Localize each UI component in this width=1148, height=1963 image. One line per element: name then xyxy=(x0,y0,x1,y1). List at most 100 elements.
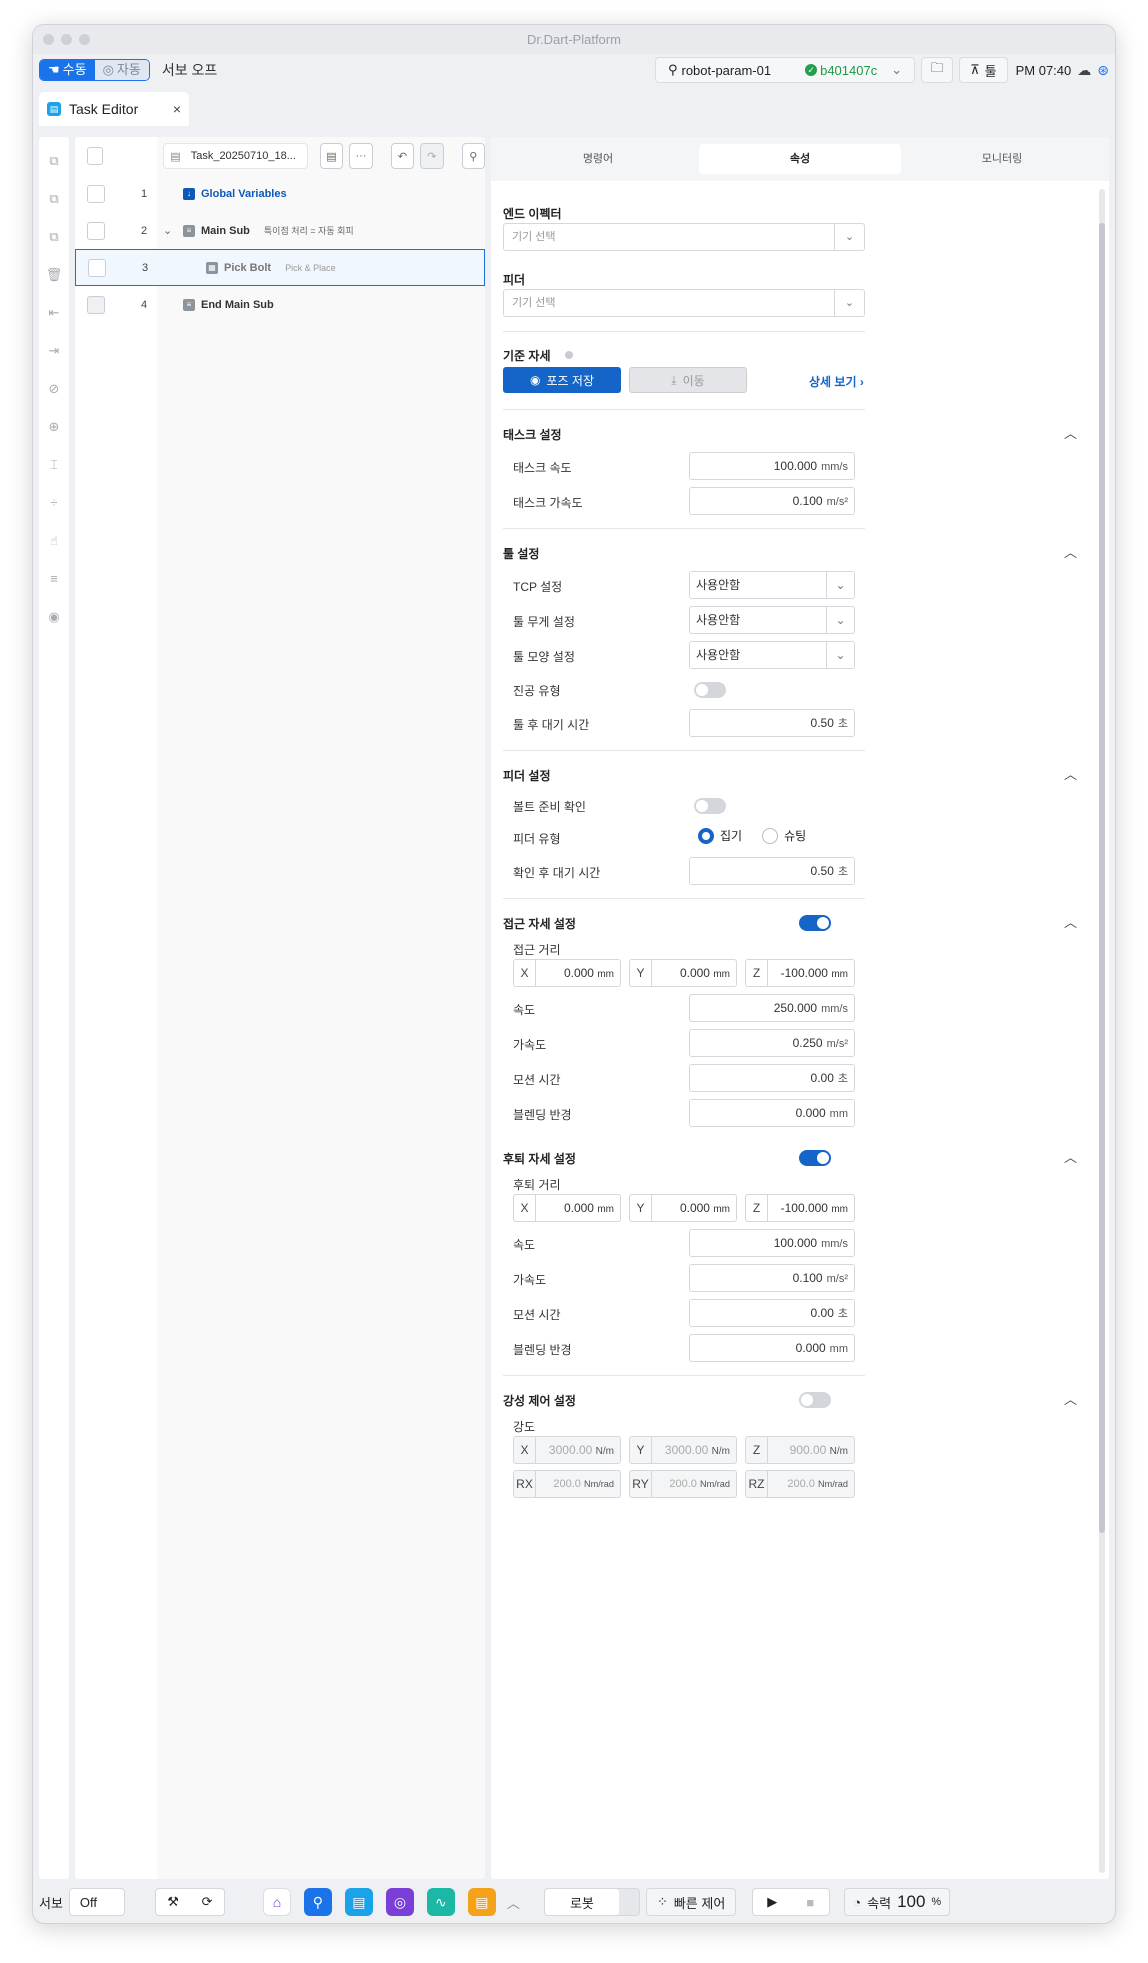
tcp-select[interactable]: 사용안함 ⌄ xyxy=(689,571,855,599)
disable-icon[interactable]: ⊘ xyxy=(39,379,69,417)
zoom-light[interactable] xyxy=(79,34,90,45)
undo-button[interactable]: ↶ xyxy=(390,143,415,169)
chevron-up-icon[interactable]: ︿ xyxy=(1064,1147,1077,1166)
robot-app-icon[interactable]: ⚲ xyxy=(303,1888,332,1916)
stiff-z-input[interactable]: Z 900.00 N/m xyxy=(745,1436,855,1464)
row-checkbox[interactable] xyxy=(87,184,105,203)
feeder-select[interactable]: 기기 선택 ⌄ xyxy=(503,289,865,317)
list-icon[interactable]: ≡ xyxy=(39,569,69,607)
save-pose-button[interactable]: ◉ 포즈 저장 xyxy=(503,367,621,393)
copy-icon[interactable]: ⧉ xyxy=(39,151,69,189)
robot-selector[interactable]: ⚲ robot-param-01 ✓ b401407c ⌄ xyxy=(654,57,916,83)
tab-commands[interactable]: 명령어 xyxy=(497,144,699,174)
record-icon[interactable]: ◉ xyxy=(39,607,69,645)
stiff-rz-input[interactable]: RZ 200.0 Nm/rad xyxy=(745,1470,855,1498)
radio-shoot[interactable] xyxy=(762,827,779,844)
row-checkbox[interactable] xyxy=(88,258,106,277)
tool-wait-input[interactable]: 0.50 초 xyxy=(689,709,855,737)
paste-icon[interactable]: ⧉ xyxy=(39,189,69,227)
tree-row-selected[interactable]: 3 ▦ Pick Bolt Pick & Place xyxy=(75,249,485,286)
approach-blend-input[interactable]: 0.000 mm xyxy=(689,1099,855,1127)
approach-acc-input[interactable]: 0.250 m/s² xyxy=(689,1029,855,1057)
task-speed-input[interactable]: 100.000 mm/s xyxy=(689,452,855,480)
task-app-icon[interactable]: ▤ xyxy=(344,1888,373,1916)
refresh-icon[interactable]: ⟳ xyxy=(202,1894,213,1910)
end-effector-select[interactable]: 기기 선택 ⌄ xyxy=(503,223,865,251)
touch-icon[interactable]: ☝ xyxy=(39,531,69,569)
collapse-chevron-icon[interactable]: ⌄ xyxy=(163,224,172,237)
approach-toggle[interactable] xyxy=(799,915,831,931)
retreat-z-input[interactable]: Z -100.000 mm xyxy=(745,1194,855,1222)
tree-row[interactable]: 2 ⌄ ≡ Main Sub 특이점 처리 = 자동 회피 xyxy=(75,212,485,249)
row-checkbox[interactable] xyxy=(87,221,105,240)
row-checkbox[interactable] xyxy=(87,295,105,314)
stiff-ry-input[interactable]: RY 200.0 Nm/rad xyxy=(629,1470,737,1498)
save-button[interactable]: ▤ xyxy=(319,143,344,169)
chevron-up-icon[interactable]: ︿ xyxy=(1064,423,1077,442)
retreat-x-input[interactable]: X 0.000 mm xyxy=(513,1194,621,1222)
approach-x-input[interactable]: X 0.000 mm xyxy=(513,959,621,987)
stiff-y-input[interactable]: Y 3000.00 N/m xyxy=(629,1436,737,1464)
tree-row[interactable]: 1 ↓ Global Variables xyxy=(75,175,485,212)
close-tab-icon[interactable]: × xyxy=(173,101,181,117)
play-icon[interactable]: ▶ xyxy=(753,1894,791,1910)
stiff-rx-input[interactable]: RX 200.0 Nm/rad xyxy=(513,1470,621,1498)
tool-weight-select[interactable]: 사용안함 ⌄ xyxy=(689,606,855,634)
retreat-acc-input[interactable]: 0.100 m/s² xyxy=(689,1264,855,1292)
tree-row[interactable]: 4 ≡ End Main Sub xyxy=(75,286,485,323)
notes-app-icon[interactable]: ▤ xyxy=(467,1888,496,1916)
close-light[interactable] xyxy=(43,34,54,45)
radio-pick[interactable] xyxy=(698,827,714,844)
approach-speed-input[interactable]: 250.000 mm/s xyxy=(689,994,855,1022)
approach-time-input[interactable]: 0.00 초 xyxy=(689,1064,855,1092)
feeder-wait-input[interactable]: 0.50 초 xyxy=(689,857,855,885)
detail-link[interactable]: 상세 보기 › xyxy=(809,373,864,390)
tab-task-editor[interactable]: ▤ Task Editor × xyxy=(39,92,189,126)
speed-control[interactable]: ◔ 속력 100% xyxy=(844,1888,951,1916)
cloud-status-icon[interactable]: ☁ xyxy=(1077,62,1091,79)
manual-mode-button[interactable]: ☚ 수동 xyxy=(40,60,95,80)
retreat-blend-input[interactable]: 0.000 mm xyxy=(689,1334,855,1362)
servo-toggle[interactable]: Off xyxy=(68,1888,125,1916)
vacuum-toggle[interactable] xyxy=(694,682,726,698)
move-button[interactable]: ⤓ 이동 xyxy=(629,367,747,393)
duplicate-icon[interactable]: ⧉ xyxy=(39,227,69,265)
robot-toggle[interactable]: 로봇 xyxy=(543,1888,640,1916)
tab-properties[interactable]: 속성 xyxy=(699,144,901,174)
quick-control-button[interactable]: ⁘ 빠른 제어 xyxy=(645,1888,737,1916)
tool-button[interactable]: ⊼ 툴 xyxy=(959,57,1008,83)
align-icon[interactable]: ⌶ xyxy=(39,455,69,493)
split-icon[interactable]: ÷ xyxy=(39,493,69,531)
chevron-up-icon[interactable]: ︿ xyxy=(507,1893,520,1912)
folder-button[interactable]: 🗀 xyxy=(921,57,954,83)
minimize-light[interactable] xyxy=(61,34,72,45)
scrollbar[interactable] xyxy=(1099,189,1105,1873)
redo-button[interactable]: ↷ xyxy=(420,143,444,169)
chevron-up-icon[interactable]: ︿ xyxy=(1064,764,1077,783)
sync-icon[interactable]: ⊛ xyxy=(1097,62,1109,79)
retreat-time-input[interactable]: 0.00 초 xyxy=(689,1299,855,1327)
more-button[interactable]: ··· xyxy=(349,143,373,169)
wrench-icon[interactable]: ⚒ xyxy=(167,1894,179,1910)
select-all-checkbox[interactable] xyxy=(87,147,104,165)
target-icon[interactable]: ⊕ xyxy=(39,417,69,455)
approach-y-input[interactable]: Y 0.000 mm xyxy=(629,959,737,987)
chevron-up-icon[interactable]: ︿ xyxy=(1064,1389,1077,1408)
tab-monitoring[interactable]: 모니터링 xyxy=(901,144,1103,174)
mode-switch[interactable]: ☚ 수동 ◎ 자동 xyxy=(39,59,150,81)
stop-icon[interactable]: ■ xyxy=(791,1895,829,1910)
retreat-speed-input[interactable]: 100.000 mm/s xyxy=(689,1229,855,1257)
home-app-icon[interactable]: ⌂ xyxy=(262,1888,291,1916)
search-button[interactable]: ⚲ xyxy=(461,143,485,169)
retreat-toggle[interactable] xyxy=(799,1150,831,1166)
monitor-app-icon[interactable]: ∿ xyxy=(426,1888,455,1916)
task-acc-input[interactable]: 0.100 m/s² xyxy=(689,487,855,515)
bolt-ready-toggle[interactable] xyxy=(694,798,726,814)
chevron-up-icon[interactable]: ︿ xyxy=(1064,542,1077,561)
retreat-y-input[interactable]: Y 0.000 mm xyxy=(629,1194,737,1222)
file-name-field[interactable]: ▤ Task_20250710_18... xyxy=(163,143,308,169)
indent-icon[interactable]: ⇤ xyxy=(39,303,69,341)
chevron-up-icon[interactable]: ︿ xyxy=(1064,912,1077,931)
compliance-toggle[interactable] xyxy=(799,1392,831,1408)
stiff-x-input[interactable]: X 3000.00 N/m xyxy=(513,1436,621,1464)
